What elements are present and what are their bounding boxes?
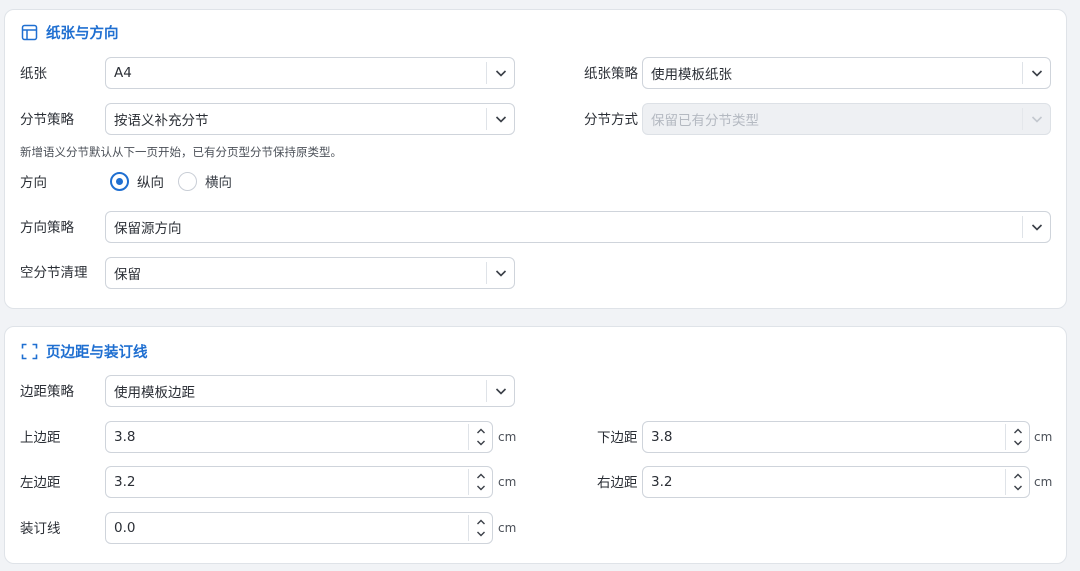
orientation-portrait-label: 纵向 [137,175,164,191]
paper-policy-label: 纸张策略 [584,66,638,82]
stepper-icon[interactable] [1005,424,1029,450]
chevron-down-icon [486,62,514,84]
paper-policy-value: 使用模板纸张 [651,67,732,83]
stepper-up-icon[interactable] [1013,470,1023,482]
radio-checked-icon [110,171,129,191]
paper-select[interactable]: A4 [105,57,515,89]
left-margin-stepper[interactable]: 3.2 [105,466,493,498]
chevron-down-icon [486,262,514,284]
bottom-margin-stepper[interactable]: 3.8 [642,421,1030,453]
right-margin-stepper[interactable]: 3.2 [642,466,1030,498]
top-margin-value[interactable]: 3.8 [106,429,468,445]
top-margin-label: 上边距 [20,430,61,446]
paper-orientation-card: 纸张与方向 纸张 A4 纸张策略 使用模板纸张 分节策略 按语义补充分节 分节方… [4,9,1067,309]
orientation-policy-value: 保留源方向 [114,221,182,237]
layout-icon [21,24,38,41]
stepper-icon[interactable] [468,515,492,541]
left-margin-value[interactable]: 3.2 [106,474,468,490]
section-hint-text: 新增语义分节默认从下一页开始，已有分页型分节保持原类型。 [20,145,342,159]
empty-section-label: 空分节清理 [20,265,88,281]
margin-section-title: 页边距与装订线 [46,345,148,361]
stepper-down-icon[interactable] [476,437,486,449]
paper-policy-select[interactable]: 使用模板纸张 [642,57,1051,89]
empty-section-value: 保留 [114,267,141,283]
chevron-down-icon [1022,108,1050,130]
chevron-down-icon [1022,216,1050,238]
paper-select-value: A4 [114,65,132,81]
stepper-icon[interactable] [1005,469,1029,495]
top-margin-unit: cm [498,430,517,444]
right-margin-label: 右边距 [597,475,638,491]
section-policy-value: 按语义补充分节 [114,113,209,129]
orientation-landscape-label: 横向 [205,175,232,191]
section-policy-label: 分节策略 [20,112,74,128]
section-mode-label: 分节方式 [584,112,638,128]
stepper-down-icon[interactable] [1013,437,1023,449]
bottom-margin-unit: cm [1034,430,1053,444]
margin-policy-select[interactable]: 使用模板边距 [105,375,515,407]
paper-section-header: 纸张与方向 [21,22,119,43]
orientation-landscape-radio[interactable]: 横向 [178,171,232,191]
bottom-margin-label: 下边距 [597,430,638,446]
stepper-up-icon[interactable] [476,516,486,528]
orientation-policy-label: 方向策略 [20,220,74,236]
margin-gutter-card: 页边距与装订线 边距策略 使用模板边距 上边距 3.8 cm 下边距 3.8 c… [4,326,1067,564]
right-margin-unit: cm [1034,475,1053,489]
empty-section-select[interactable]: 保留 [105,257,515,289]
stepper-icon[interactable] [468,469,492,495]
gutter-stepper[interactable]: 0.0 [105,512,493,544]
radio-unchecked-icon [178,171,197,191]
top-margin-stepper[interactable]: 3.8 [105,421,493,453]
stepper-up-icon[interactable] [476,470,486,482]
section-policy-select[interactable]: 按语义补充分节 [105,103,515,135]
gutter-label: 装订线 [20,521,61,537]
margin-policy-label: 边距策略 [20,384,74,400]
margin-frame-icon [21,343,38,360]
orientation-portrait-radio[interactable]: 纵向 [110,171,164,191]
chevron-down-icon [486,380,514,402]
section-mode-select: 保留已有分节类型 [642,103,1051,135]
margin-section-header: 页边距与装订线 [21,341,148,362]
left-margin-label: 左边距 [20,475,61,491]
stepper-down-icon[interactable] [476,482,486,494]
gutter-value[interactable]: 0.0 [106,520,468,536]
stepper-icon[interactable] [468,424,492,450]
orientation-radio-group: 纵向 横向 [110,171,246,191]
chevron-down-icon [486,108,514,130]
stepper-up-icon[interactable] [476,425,486,437]
section-mode-value: 保留已有分节类型 [651,113,759,129]
left-margin-unit: cm [498,475,517,489]
stepper-down-icon[interactable] [1013,482,1023,494]
margin-policy-value: 使用模板边距 [114,385,195,401]
chevron-down-icon [1022,62,1050,84]
paper-section-title: 纸张与方向 [46,26,119,42]
paper-label: 纸张 [20,66,47,82]
stepper-up-icon[interactable] [1013,425,1023,437]
right-margin-value[interactable]: 3.2 [643,474,1005,490]
orientation-policy-select[interactable]: 保留源方向 [105,211,1051,243]
orientation-label: 方向 [20,175,47,191]
stepper-down-icon[interactable] [476,528,486,540]
bottom-margin-value[interactable]: 3.8 [643,429,1005,445]
gutter-unit: cm [498,521,517,535]
